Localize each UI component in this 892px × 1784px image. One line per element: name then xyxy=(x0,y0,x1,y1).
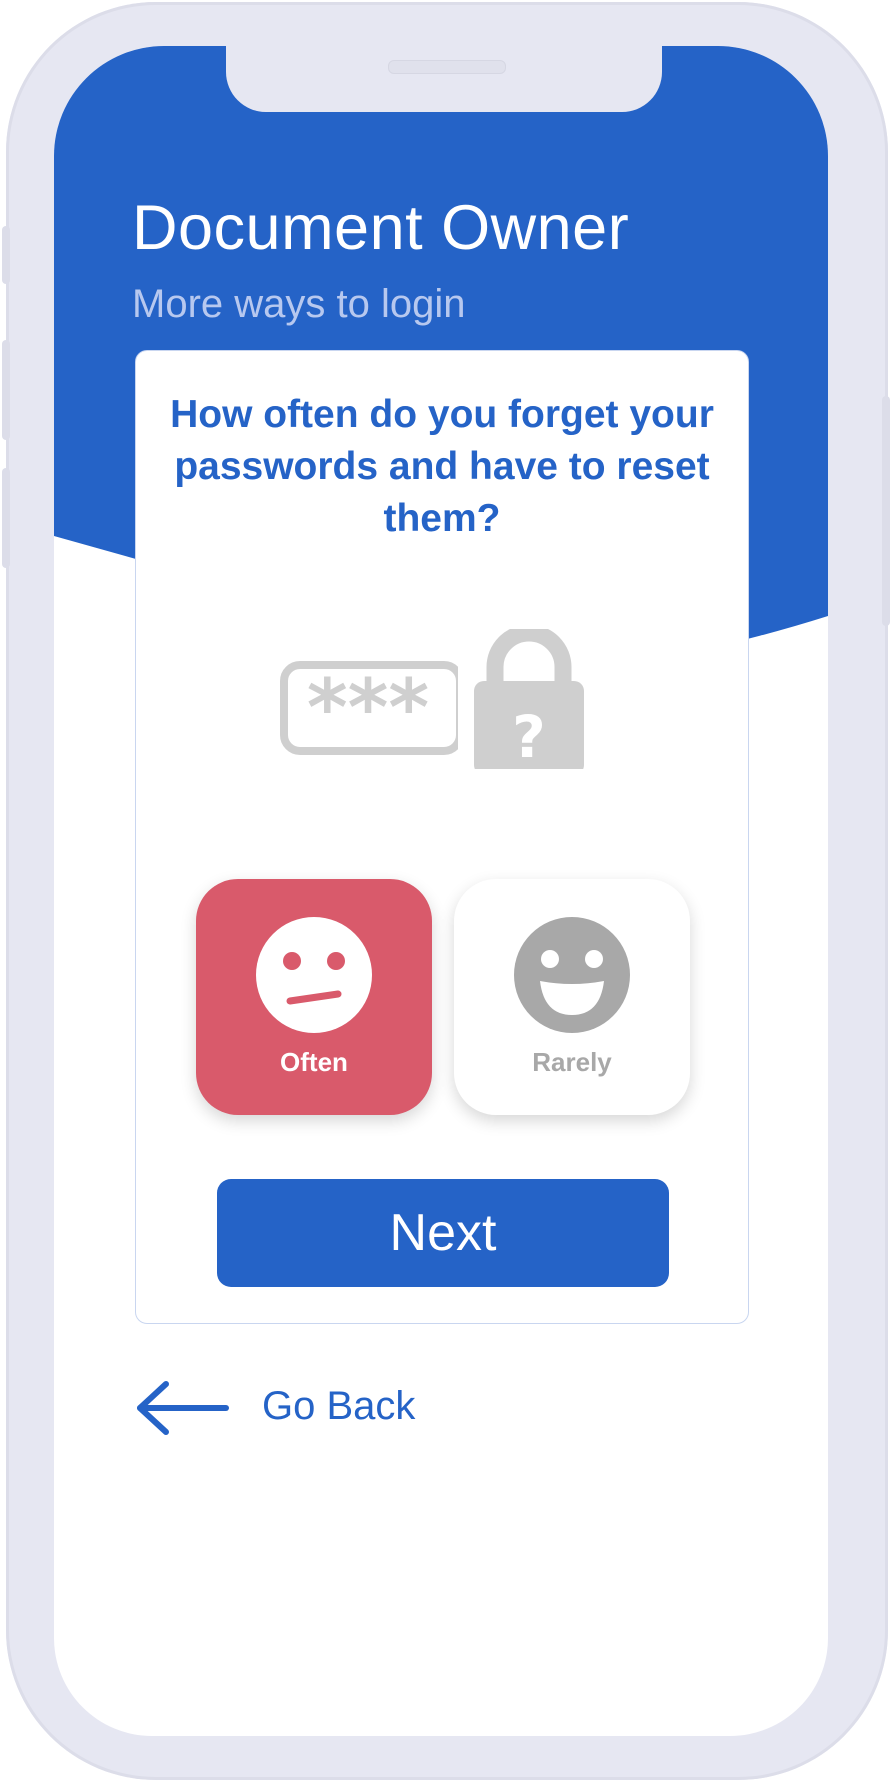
neutral-face-icon xyxy=(256,917,372,1033)
smiling-face-icon xyxy=(514,917,630,1033)
phone-side-button xyxy=(2,226,10,284)
choice-rarely-button[interactable]: Rarely xyxy=(454,879,690,1115)
go-back-label: Go Back xyxy=(262,1384,416,1428)
arrow-left-icon xyxy=(137,1381,229,1435)
masked-password-text: *** xyxy=(307,664,429,754)
choice-often-label: Often xyxy=(280,1047,348,1077)
question-text: How often do you forget your passwords a… xyxy=(170,393,714,540)
page-subtitle: More ways to login xyxy=(132,282,466,326)
go-back-link[interactable]: Go Back xyxy=(134,1380,464,1436)
password-lock-question-icon: *** ? xyxy=(280,629,584,769)
choice-often-button[interactable]: Often xyxy=(196,879,432,1115)
phone-side-button xyxy=(882,396,890,626)
lock-question-symbol: ? xyxy=(512,703,546,769)
phone-notch xyxy=(226,46,662,112)
phone-speaker xyxy=(388,60,506,74)
choice-rarely-label: Rarely xyxy=(532,1047,612,1077)
phone-side-button xyxy=(2,468,10,568)
next-button[interactable]: Next xyxy=(217,1179,669,1287)
page-title: Document Owner xyxy=(132,193,630,263)
phone-side-button xyxy=(2,340,10,440)
question-card: How often do you forget your passwords a… xyxy=(135,350,749,1324)
